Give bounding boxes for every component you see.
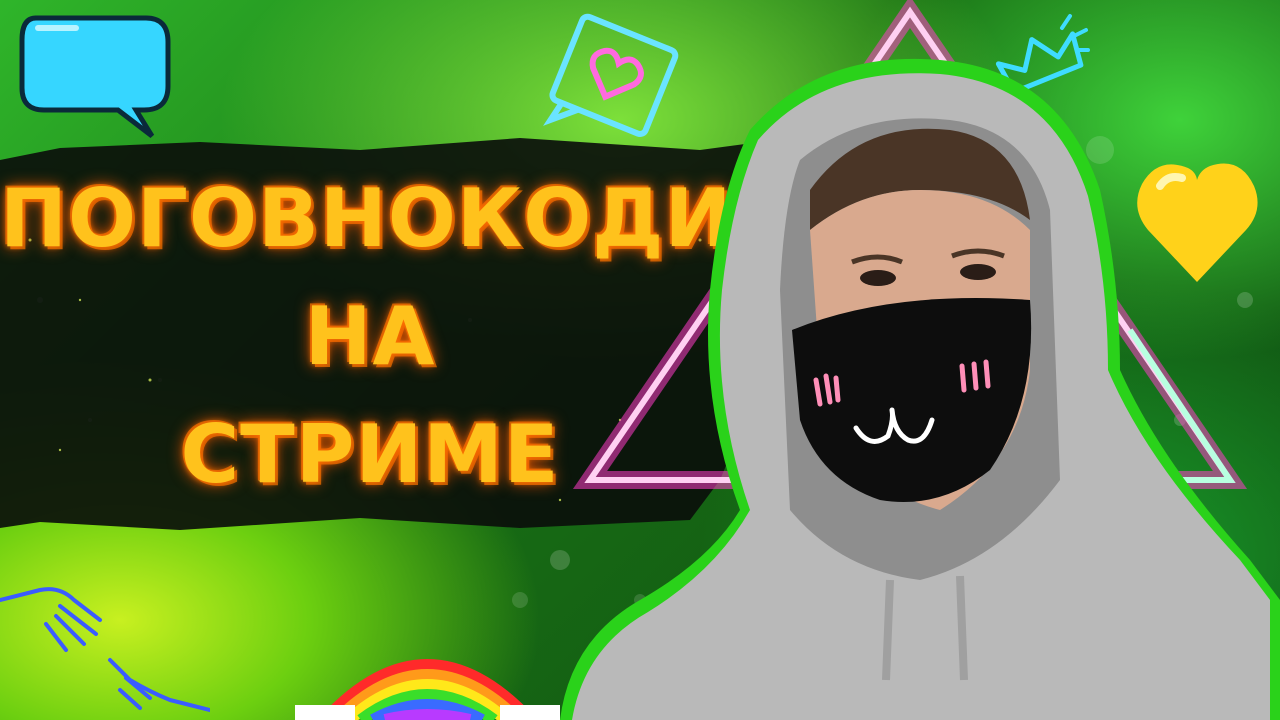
rainbow-icon [295, 659, 560, 720]
speech-bubble-icon [19, 15, 171, 138]
neon-hands-icon [0, 587, 210, 712]
stream-thumbnail: ПОГОВНОКОДИМ НА СТРИМЕ [0, 0, 1280, 720]
person-in-hoodie [560, 58, 1280, 720]
